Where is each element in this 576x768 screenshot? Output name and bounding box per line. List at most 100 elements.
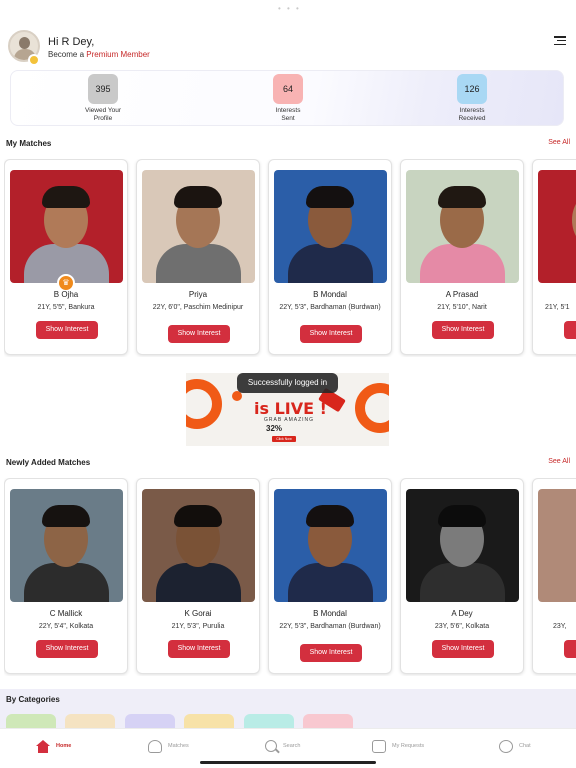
banner-ring-right: [355, 383, 389, 433]
match-details: 21Y, 5'10", Narit: [437, 304, 487, 311]
banner-discount: 32%: [266, 424, 283, 433]
match-details: 21Y, 5'1: [545, 304, 570, 311]
header: Hi R Dey, Become a Premium Member: [8, 30, 568, 66]
stat-value-box: 64: [273, 74, 303, 104]
stat-value: 64: [282, 84, 293, 94]
match-details: 22Y, 5'3", Bardhaman (Burdwan): [279, 623, 381, 630]
premium-prompt: Become a Premium Member: [48, 50, 150, 59]
my-matches-see-all[interactable]: See All: [548, 139, 570, 146]
tab-search-label: Search: [283, 743, 301, 749]
match-card[interactable]: B Mondal 22Y, 5'3", Bardhaman (Burdwan) …: [268, 478, 392, 674]
show-interest-button[interactable]: S: [564, 640, 576, 658]
requests-icon: [372, 739, 386, 753]
match-card[interactable]: 21Y, 5'1 S: [532, 159, 576, 355]
show-interest-button[interactable]: Show Interest: [300, 325, 362, 343]
stat-interests-sent[interactable]: 64 Interests Sent: [248, 74, 328, 123]
match-card[interactable]: K Gorai 21Y, 5'3", Purulia Show Interest: [136, 478, 260, 674]
match-card[interactable]: B Mondal 22Y, 5'3", Bardhaman (Burdwan) …: [268, 159, 392, 355]
tab-chat-label: Chat: [519, 743, 531, 749]
edit-badge-icon[interactable]: [28, 54, 40, 66]
match-card[interactable]: Priya 22Y, 6'0", Paschim Medinipur Show …: [136, 159, 260, 355]
tab-my-requests[interactable]: My Requests: [372, 735, 424, 757]
premium-prefix: Become a: [48, 50, 87, 59]
new-matches-see-all[interactable]: See All: [548, 458, 570, 465]
people-icon: [148, 739, 162, 753]
stat-value: 395: [95, 84, 111, 94]
stat-label: Interests Received: [458, 107, 486, 122]
stat-interests-received[interactable]: 126 Interests Received: [432, 74, 512, 123]
match-details: 23Y, 5'6", Kolkata: [434, 623, 490, 630]
tab-chat[interactable]: Chat: [499, 735, 531, 757]
new-matches-title: Newly Added Matches: [6, 458, 91, 467]
match-details: 22Y, 6'0", Paschim Medinipur: [152, 304, 244, 311]
show-interest-button[interactable]: Show Interest: [36, 321, 98, 339]
menu-icon[interactable]: [554, 36, 566, 46]
stat-label: Viewed Your Profile: [84, 107, 122, 122]
match-name: Priya: [188, 290, 208, 299]
tab-my-requests-label: My Requests: [392, 743, 425, 749]
show-interest-button[interactable]: Show Interest: [36, 640, 98, 658]
tab-home-label: Home: [56, 743, 72, 749]
banner-sub: GRAB AMAZING: [264, 417, 315, 423]
new-matches-carousel[interactable]: C Mallick 22Y, 5'4", Kolkata Show Intere…: [4, 478, 576, 676]
banner-headline: is LIVE !: [254, 399, 327, 418]
match-card[interactable]: C Mallick 22Y, 5'4", Kolkata Show Intere…: [4, 478, 128, 674]
show-interest-button[interactable]: S: [564, 321, 576, 339]
avatar-head: [19, 37, 30, 49]
match-details: 22Y, 5'3", Bardhaman (Burdwan): [279, 304, 381, 311]
home-icon: [36, 739, 50, 753]
tab-matches-label: Matches: [168, 743, 189, 749]
match-details: 21Y, 5'3", Purulia: [171, 623, 225, 630]
profile-photo[interactable]: [10, 170, 123, 283]
match-card[interactable]: A Dey 23Y, 5'6", Kolkata Show Interest: [400, 478, 524, 674]
match-name: A Dey: [451, 609, 473, 618]
tab-home[interactable]: Home: [36, 735, 71, 757]
stat-viewed-profile[interactable]: 395 Viewed Your Profile: [63, 74, 143, 123]
match-details: 23Y,: [553, 623, 567, 630]
match-card[interactable]: 23Y, S: [532, 478, 576, 674]
profile-photo[interactable]: [406, 170, 519, 283]
premium-member-link[interactable]: Premium Member: [86, 50, 150, 59]
home-indicator: [200, 761, 376, 764]
match-name: B Mondal: [313, 290, 347, 299]
profile-photo[interactable]: [10, 489, 123, 602]
search-icon: [265, 740, 277, 752]
greeting-text: Hi R Dey,: [48, 36, 95, 48]
match-name: A Prasad: [445, 290, 479, 299]
profile-photo[interactable]: [538, 170, 576, 283]
stat-value: 126: [464, 84, 480, 94]
stats-panel: 395 Viewed Your Profile 64 Interests Sent …: [10, 70, 564, 126]
show-interest-button[interactable]: Show Interest: [168, 640, 230, 658]
match-name: B Mondal: [313, 609, 347, 618]
match-details: 21Y, 5'5", Bankura: [37, 304, 95, 311]
login-toast: Successfully logged in: [237, 373, 338, 393]
stat-label: Interests Sent: [275, 107, 301, 122]
show-interest-button[interactable]: Show Interest: [432, 321, 494, 339]
stat-value-box: 395: [88, 74, 118, 104]
my-matches-carousel[interactable]: ♛ B Ojha 21Y, 5'5", Bankura Show Interes…: [4, 159, 576, 357]
match-card[interactable]: A Prasad 21Y, 5'10", Narit Show Interest: [400, 159, 524, 355]
match-name: K Gorai: [184, 609, 212, 618]
match-card[interactable]: ♛ B Ojha 21Y, 5'5", Bankura Show Interes…: [4, 159, 128, 355]
match-name: C Mallick: [49, 609, 83, 618]
profile-photo[interactable]: [142, 170, 255, 283]
profile-photo[interactable]: [538, 489, 576, 602]
categories-title: By Categories: [6, 695, 60, 704]
show-interest-button[interactable]: Show Interest: [300, 644, 362, 662]
banner-ring-left: [186, 379, 222, 429]
show-interest-button[interactable]: Show Interest: [168, 325, 230, 343]
show-interest-button[interactable]: Show Interest: [432, 640, 494, 658]
top-dots: • • •: [278, 4, 301, 13]
match-details: 22Y, 5'4", Kolkata: [38, 623, 94, 630]
banner-cta-button[interactable]: Click Now: [272, 436, 296, 442]
profile-photo[interactable]: [142, 489, 255, 602]
match-name: B Ojha: [53, 290, 79, 299]
tab-matches[interactable]: Matches: [148, 735, 189, 757]
tab-search[interactable]: Search: [265, 735, 300, 757]
stat-value-box: 126: [457, 74, 487, 104]
chat-icon: [499, 739, 513, 753]
profile-photo[interactable]: [406, 489, 519, 602]
profile-photo[interactable]: [274, 489, 387, 602]
profile-photo[interactable]: [274, 170, 387, 283]
my-matches-title: My Matches: [6, 139, 52, 148]
